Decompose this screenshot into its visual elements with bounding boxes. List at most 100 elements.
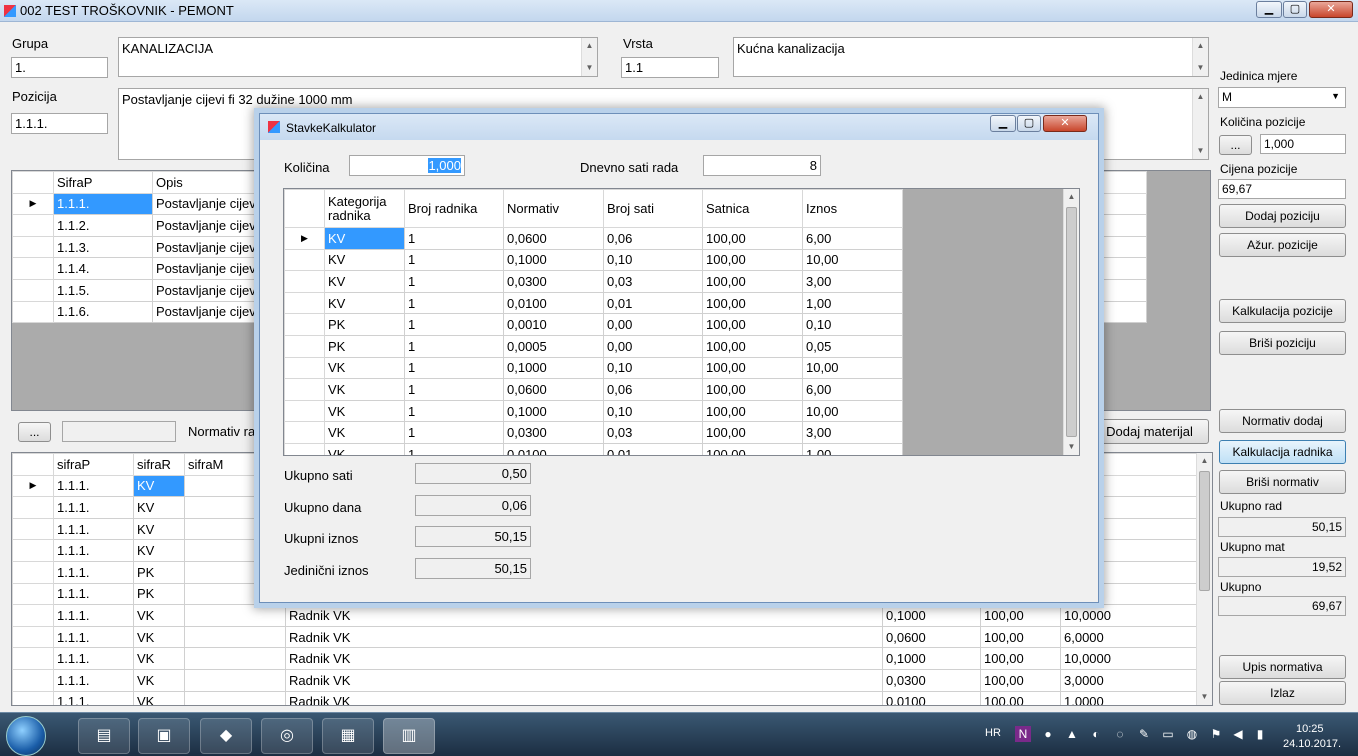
cijena-cell[interactable]: 100,00: [980, 604, 1061, 627]
naziv-cell[interactable]: Radnik VK: [285, 690, 883, 705]
broj-sati-cell[interactable]: 0,10: [603, 356, 703, 380]
scroll-down-icon[interactable]: ▼: [1197, 689, 1212, 705]
column-header-broj-sati[interactable]: Broj sati: [603, 189, 703, 228]
table-row[interactable]: 1.1.1. VK Radnik VK 0,1000 100,00 10,0000: [12, 647, 1198, 670]
broj-sati-cell[interactable]: 0,06: [603, 378, 703, 401]
table-row[interactable]: KV 1 0,0100 0,01 100,00 1,00: [284, 291, 903, 315]
grupa-desc-scrollbar[interactable]: ▲ ▼: [581, 38, 597, 76]
sifrap-cell[interactable]: 1.1.1.: [53, 539, 134, 562]
jedinica-select[interactable]: M ▼: [1218, 87, 1346, 108]
iznos-cell[interactable]: 6,00: [802, 227, 903, 250]
normativ-cell[interactable]: 0,0100: [503, 291, 604, 315]
brisi-normativ-button[interactable]: Briši normativ: [1219, 470, 1346, 494]
broj-radnika-cell[interactable]: 1: [404, 356, 504, 380]
flag-icon[interactable]: ⚑: [1208, 726, 1224, 742]
table-row[interactable]: VK 1 0,1000 0,10 100,00 10,00: [284, 399, 903, 423]
column-header-sifrar[interactable]: sifraR: [133, 453, 185, 476]
satnica-cell[interactable]: 100,00: [702, 248, 803, 272]
vrsta-desc-textarea[interactable]: Kućna kanalizacija ▲ ▼: [733, 37, 1209, 77]
satnica-cell[interactable]: 100,00: [702, 356, 803, 380]
kategorija-cell[interactable]: VK: [324, 378, 405, 401]
taskbar-app-icon[interactable]: ▥: [383, 718, 435, 754]
broj-radnika-cell[interactable]: 1: [404, 399, 504, 423]
normativ-picker-button[interactable]: ...: [18, 422, 51, 442]
clock-time[interactable]: 10:25: [1296, 723, 1324, 735]
column-header-broj-radnika[interactable]: Broj radnika: [404, 189, 504, 228]
table-row[interactable]: VK 1 0,1000 0,10 100,00 10,00: [284, 356, 903, 380]
taskbar-computer-icon[interactable]: ▣: [138, 718, 190, 754]
normativ-cell[interactable]: 0,0100: [882, 690, 981, 705]
sifrap-cell[interactable]: 1.1.4.: [53, 257, 153, 280]
broj-sati-cell[interactable]: 0,01: [603, 442, 703, 455]
iznos-cell[interactable]: 10,0000: [1060, 604, 1198, 627]
kolicina-picker-button[interactable]: ...: [1219, 135, 1252, 155]
iznos-cell[interactable]: 10,00: [802, 399, 903, 423]
kategorija-cell[interactable]: PK: [324, 313, 405, 336]
broj-sati-cell[interactable]: 0,06: [603, 227, 703, 250]
iznos-cell[interactable]: 3,0000: [1060, 668, 1198, 692]
column-header-normativ[interactable]: Normativ: [503, 189, 604, 228]
dialog-close-button[interactable]: ✕: [1043, 115, 1087, 132]
broj-radnika-cell[interactable]: 1: [404, 227, 504, 250]
table-row[interactable]: 1.1.1. VK Radnik VK 0,0600 100,00 6,0000: [12, 625, 1198, 649]
kategorija-cell[interactable]: VK: [324, 442, 405, 455]
normativ-dodaj-button[interactable]: Normativ dodaj: [1219, 409, 1346, 433]
broj-sati-cell[interactable]: 0,03: [603, 270, 703, 293]
satnica-cell[interactable]: 100,00: [702, 291, 803, 315]
naziv-cell[interactable]: Radnik VK: [285, 604, 883, 627]
table-row[interactable]: VK 1 0,0100 0,01 100,00 1,00: [284, 442, 903, 455]
sifrap-cell[interactable]: 1.1.1.: [53, 496, 134, 519]
broj-radnika-cell[interactable]: 1: [404, 270, 504, 293]
dodaj-materijal-button[interactable]: Dodaj materijal: [1090, 419, 1209, 444]
network-icon[interactable]: ▮: [1252, 726, 1268, 742]
tray-icon[interactable]: ◐: [1088, 726, 1104, 742]
kategorija-cell[interactable]: VK: [324, 421, 405, 444]
vrsta-desc-scrollbar[interactable]: ▲ ▼: [1192, 38, 1208, 76]
broj-sati-cell[interactable]: 0,00: [603, 313, 703, 336]
normativ-cell[interactable]: 0,0600: [503, 378, 604, 401]
taskbar-visual-studio-icon[interactable]: ◆: [200, 718, 252, 754]
iznos-cell[interactable]: 0,05: [802, 334, 903, 358]
scroll-down-icon[interactable]: ▼: [1064, 439, 1079, 455]
sifrap-cell[interactable]: 1.1.1.: [53, 604, 134, 627]
satnica-cell[interactable]: 100,00: [702, 378, 803, 401]
kalkulator-scrollbar[interactable]: ▲ ▼: [1063, 189, 1079, 455]
normativ-cell[interactable]: 0,1000: [503, 399, 604, 423]
izlaz-button[interactable]: Izlaz: [1219, 681, 1346, 705]
naziv-cell[interactable]: Radnik VK: [285, 668, 883, 692]
upis-normativa-button[interactable]: Upis normativa: [1219, 655, 1346, 679]
column-header-iznos[interactable]: Iznos: [802, 189, 903, 228]
satnica-cell[interactable]: 100,00: [702, 270, 803, 293]
sifrar-cell[interactable]: KV: [133, 539, 185, 562]
table-row[interactable]: PK 1 0,0010 0,00 100,00 0,10: [284, 313, 903, 336]
iznos-cell[interactable]: 10,00: [802, 248, 903, 272]
satnica-cell[interactable]: 100,00: [702, 313, 803, 336]
broj-radnika-cell[interactable]: 1: [404, 291, 504, 315]
satnica-cell[interactable]: 100,00: [702, 334, 803, 358]
broj-sati-cell[interactable]: 0,10: [603, 248, 703, 272]
normativ-cell[interactable]: 0,1000: [503, 356, 604, 380]
cijena-cell[interactable]: 100,00: [980, 690, 1061, 705]
sifrar-cell[interactable]: VK: [133, 668, 185, 692]
normatives-scrollbar[interactable]: ▲ ▼: [1196, 453, 1212, 705]
language-indicator[interactable]: HR: [985, 727, 1001, 739]
onenote-tray-icon[interactable]: N: [1015, 726, 1031, 742]
cijena-pozicije-input[interactable]: 69,67: [1218, 179, 1346, 199]
sifrap-cell[interactable]: 1.1.6.: [53, 300, 153, 324]
normativ-cell[interactable]: 0,1000: [882, 647, 981, 670]
sifrap-cell[interactable]: 1.1.1.: [53, 560, 134, 584]
iznos-cell[interactable]: 3,00: [802, 421, 903, 444]
sifrar-cell[interactable]: PK: [133, 582, 185, 606]
satnica-cell[interactable]: 100,00: [702, 399, 803, 423]
scroll-thumb[interactable]: [1066, 207, 1077, 437]
scroll-thumb[interactable]: [1199, 471, 1210, 591]
table-row[interactable]: ▶ KV 1 0,0600 0,06 100,00 6,00: [284, 227, 903, 250]
normativ-cell[interactable]: 0,0600: [882, 625, 981, 649]
broj-sati-cell[interactable]: 0,01: [603, 291, 703, 315]
taskbar-file-manager-icon[interactable]: ▤: [78, 718, 130, 754]
kategorija-cell[interactable]: KV: [324, 248, 405, 272]
column-header-sifrap[interactable]: sifraP: [53, 453, 134, 476]
sifram-cell[interactable]: [184, 690, 286, 705]
close-button[interactable]: ✕: [1309, 1, 1353, 18]
broj-radnika-cell[interactable]: 1: [404, 313, 504, 336]
